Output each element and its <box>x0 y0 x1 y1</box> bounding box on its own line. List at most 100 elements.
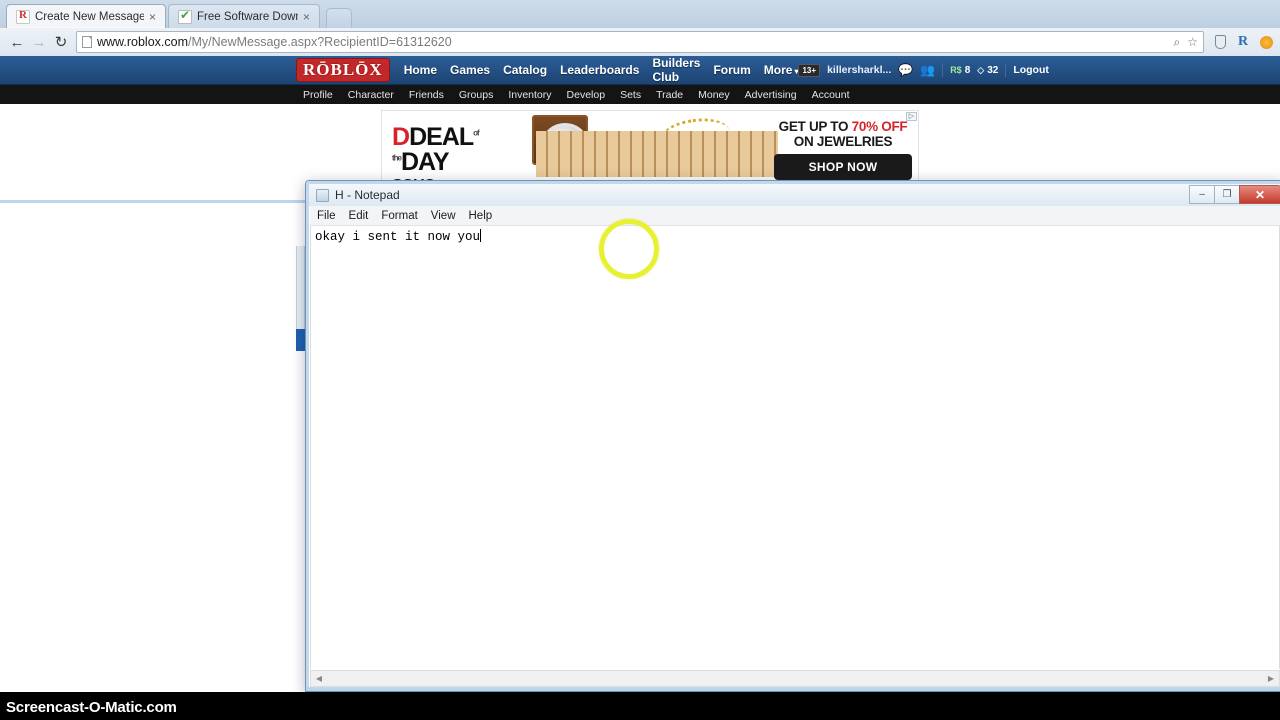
subnav-profile[interactable]: Profile <box>303 89 333 101</box>
nav-link-games[interactable]: Games <box>450 63 490 77</box>
address-bar[interactable]: www.roblox.com/My/NewMessage.aspx?Recipi… <box>76 31 1204 53</box>
notepad-title-text: H - Notepad <box>335 188 400 202</box>
orange-extension-icon[interactable] <box>1258 34 1274 50</box>
subnav-develop[interactable]: Develop <box>567 89 606 101</box>
subnav-character[interactable]: Character <box>348 89 394 101</box>
notepad-bottom-edge <box>306 687 1280 691</box>
url-host: www.roblox.com <box>97 35 188 49</box>
ad-headline-1-text: GET UP TO <box>778 119 852 134</box>
close-icon-2[interactable]: × <box>303 11 313 23</box>
back-button[interactable]: ← <box>6 31 28 53</box>
roblox-nav-links: Home Games Catalog Leaderboards Builders… <box>404 56 799 84</box>
menu-edit[interactable]: Edit <box>349 210 369 222</box>
username-label[interactable]: killersharkl... <box>827 64 891 76</box>
ad-deal-d: D <box>392 123 410 151</box>
ad-headline-1: GET UP TO 70% OFF <box>774 119 912 134</box>
subnav-friends[interactable]: Friends <box>409 89 444 101</box>
subnav-groups[interactable]: Groups <box>459 89 493 101</box>
roblox-account-area: 13+ killersharkl... 💬 👥 R$ 8 ◇ 32 Logout <box>798 63 1280 77</box>
nav-link-more[interactable]: More ▾ <box>764 63 799 77</box>
cursor-highlight-ring <box>599 219 659 279</box>
taskbar-corner <box>1252 704 1274 718</box>
menu-format[interactable]: Format <box>381 210 417 222</box>
green-check-favicon-icon <box>178 8 192 24</box>
ad-brand: DDEALof theDAY SOUQ.com <box>392 125 527 184</box>
text-caret <box>480 229 482 242</box>
maximize-button[interactable]: ❐ <box>1214 185 1240 204</box>
screencast-watermark: Screencast-O-Matic.com <box>6 699 177 716</box>
nav-link-catalog[interactable]: Catalog <box>503 63 547 77</box>
close-button[interactable]: ✕ <box>1239 185 1280 204</box>
tab-title-2: Free Software Downloads <box>197 10 298 23</box>
subnav-trade[interactable]: Trade <box>656 89 683 101</box>
minimize-button[interactable]: – <box>1189 185 1215 204</box>
nav-link-home[interactable]: Home <box>404 63 437 77</box>
chat-icon[interactable]: 💬 <box>898 63 913 77</box>
notepad-horizontal-scrollbar[interactable]: ◀ ▶ <box>310 670 1280 687</box>
forward-button[interactable]: → <box>28 31 50 53</box>
menu-file[interactable]: File <box>317 210 336 222</box>
scroll-left-arrow-icon[interactable]: ◀ <box>311 674 327 683</box>
roblox-extension-icon[interactable]: R <box>1235 34 1251 50</box>
page-info-icon[interactable] <box>82 36 92 48</box>
new-tab-button[interactable] <box>326 8 352 28</box>
extension-icons: R <box>1210 34 1274 50</box>
tix-value: 32 <box>987 64 999 76</box>
url-text: www.roblox.com/My/NewMessage.aspx?Recipi… <box>97 35 452 49</box>
logout-link[interactable]: Logout <box>1013 64 1049 76</box>
ad-product-images <box>532 114 782 181</box>
ad-day: DAY <box>401 148 449 176</box>
search-icon[interactable]: ⌕ <box>1174 35 1181 50</box>
close-icon[interactable]: × <box>149 11 159 23</box>
subnav-money[interactable]: Money <box>698 89 730 101</box>
tab-free-software-downloads[interactable]: Free Software Downloads × <box>168 4 320 28</box>
roblox-main-nav: RŌBLŌX Home Games Catalog Leaderboards B… <box>0 56 1280 85</box>
notepad-window[interactable]: H - Notepad – ❐ ✕ File Edit Format View … <box>305 180 1280 692</box>
subnav-sets[interactable]: Sets <box>620 89 641 101</box>
omnibox-actions: ⌕ ☆ <box>1174 35 1199 50</box>
bottom-bar <box>0 692 1280 720</box>
screen-root: RŌBLŌX Home Games Catalog Leaderboards B… <box>0 0 1280 720</box>
ad-discount: 70% OFF <box>851 119 908 134</box>
menu-help[interactable]: Help <box>469 210 493 222</box>
scroll-right-arrow-icon[interactable]: ▶ <box>1263 674 1279 683</box>
notepad-document-text-line: okay i sent it now you <box>315 229 482 244</box>
tab-strip: Create New Message × Free Software Downl… <box>0 0 1280 28</box>
friends-icon[interactable]: 👥 <box>920 63 935 77</box>
shield-icon[interactable] <box>1212 34 1228 50</box>
browser-chrome: Create New Message × Free Software Downl… <box>0 0 1280 56</box>
nav-link-leaderboards[interactable]: Leaderboards <box>560 63 639 77</box>
tix-counter[interactable]: ◇ 32 <box>977 65 998 76</box>
roblox-favicon-icon <box>16 9 30 24</box>
subnav-inventory[interactable]: Inventory <box>508 89 551 101</box>
roblox-logo[interactable]: RŌBLŌX <box>296 58 390 82</box>
url-path: /My/NewMessage.aspx?RecipientID=61312620 <box>188 35 452 49</box>
ad-headline-2: ON JEWELRIES <box>793 134 893 149</box>
notepad-text-area[interactable]: okay i sent it now you <box>310 226 1280 669</box>
ad-deal-rest: DEAL <box>409 123 474 151</box>
subnav-account[interactable]: Account <box>812 89 850 101</box>
advertisement-banner[interactable]: ▷ DDEALof theDAY SOUQ.com GET UP TO 70% … <box>381 110 919 184</box>
more-label: More <box>763 63 793 77</box>
tab-title-1: Create New Message <box>35 10 144 23</box>
roblox-sub-nav: Profile Character Friends Groups Invento… <box>0 85 1280 104</box>
age-badge: 13+ <box>798 63 821 77</box>
bookmark-star-icon[interactable]: ☆ <box>1187 35 1198 49</box>
robux-value: 8 <box>964 64 971 76</box>
shop-now-button[interactable]: SHOP NOW <box>774 154 912 180</box>
tab-create-new-message[interactable]: Create New Message × <box>6 4 166 28</box>
notepad-title-bar[interactable]: H - Notepad – ❐ ✕ <box>309 184 1280 206</box>
nav-link-builders-club[interactable]: Builders Club <box>652 56 700 84</box>
reload-button[interactable]: ↻ <box>50 31 72 53</box>
ad-brand-deal: DDEALof theDAY <box>392 125 527 175</box>
nav-divider <box>942 63 944 77</box>
window-controls: – ❐ ✕ <box>1189 185 1280 205</box>
menu-view[interactable]: View <box>431 210 456 222</box>
subnav-advertising[interactable]: Advertising <box>745 89 797 101</box>
notepad-menu-bar: File Edit Format View Help <box>310 206 1280 226</box>
nav-link-forum[interactable]: Forum <box>713 63 750 77</box>
ad-copy: GET UP TO 70% OFF ON JEWELRIES SHOP NOW <box>774 119 912 180</box>
tix-icon: ◇ <box>977 64 985 75</box>
page-scroll-thumb[interactable] <box>296 329 305 351</box>
robux-counter[interactable]: R$ 8 <box>950 65 970 76</box>
